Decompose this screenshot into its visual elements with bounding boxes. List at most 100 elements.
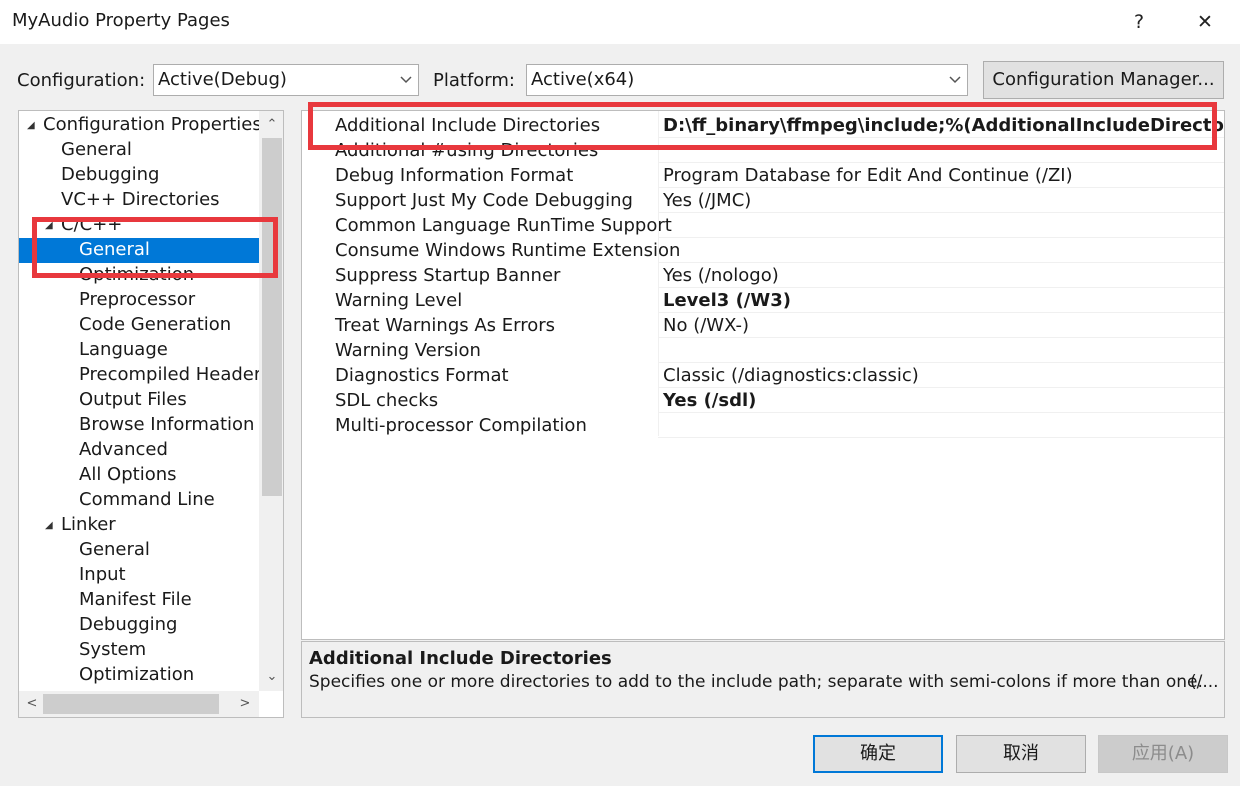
tree-item[interactable]: General	[19, 138, 259, 163]
tree-item-label: Language	[79, 339, 168, 360]
property-name: Diagnostics Format	[335, 365, 509, 386]
platform-dropdown[interactable]: Active(x64)	[526, 64, 968, 96]
tree-item[interactable]: Input	[19, 563, 259, 588]
description-text: Specifies one or more directories to add…	[309, 672, 1203, 692]
tree-item[interactable]: VC++ Directories	[19, 188, 259, 213]
help-button[interactable]: ?	[1124, 8, 1154, 36]
tree-item[interactable]: Precompiled Headers	[19, 363, 271, 388]
property-row[interactable]: Suppress Startup Banner Yes (/nologo)	[302, 263, 1224, 288]
tree-item[interactable]: Language	[19, 338, 259, 363]
scroll-right-icon[interactable]: >	[235, 694, 255, 714]
property-value[interactable]: Classic (/diagnostics:classic)	[663, 365, 919, 386]
tree-item-label: Configuration Properties	[43, 114, 262, 135]
property-value[interactable]: No (/WX-)	[663, 315, 749, 336]
tree-item[interactable]: Manifest File	[19, 588, 259, 613]
tree-item-label: Precompiled Headers	[79, 364, 271, 385]
property-name: Debug Information Format	[335, 165, 574, 186]
tree-item-label: Manifest File	[79, 589, 192, 610]
tree-vertical-scrollbar[interactable]: ⌃ ⌄	[259, 111, 283, 691]
tree-item[interactable]: Optimization	[19, 663, 259, 688]
row-separator	[658, 437, 1224, 438]
tree-item[interactable]: Command Line	[19, 488, 259, 513]
expand-arrow-icon[interactable]: ◢	[45, 520, 53, 531]
property-name: Multi-processor Compilation	[335, 415, 587, 436]
property-value[interactable]: Program Database for Edit And Continue (…	[663, 165, 1073, 186]
property-name: SDL checks	[335, 390, 439, 411]
property-name: Support Just My Code Debugging	[335, 190, 633, 211]
tree-horizontal-scrollbar[interactable]: < >	[19, 691, 259, 717]
description-overflow: (/...	[1190, 672, 1219, 692]
tree-item[interactable]: Advanced	[19, 438, 259, 463]
tree-item[interactable]: General	[19, 538, 259, 563]
ok-button[interactable]: 确定	[813, 735, 943, 773]
tree-item[interactable]: Debugging	[19, 163, 259, 188]
tree-item-label: Command Line	[79, 489, 215, 510]
property-row[interactable]: Multi-processor Compilation	[302, 413, 1224, 438]
tree-item[interactable]: Code Generation	[19, 313, 259, 338]
tree-item[interactable]: ◢ Linker	[19, 513, 259, 538]
property-row[interactable]: Debug Information Format Program Database…	[302, 163, 1224, 188]
configuration-label: Configuration:	[17, 70, 146, 91]
configuration-dropdown[interactable]: Active(Debug)	[153, 64, 419, 96]
property-row[interactable]: Warning Version	[302, 338, 1224, 363]
chevron-down-icon	[949, 76, 961, 84]
tree-item[interactable]: Preprocessor	[19, 288, 259, 313]
tree-item[interactable]: Debugging	[19, 613, 259, 638]
close-button[interactable]: ✕	[1190, 8, 1220, 36]
property-row[interactable]: Common Language RunTime Support	[302, 213, 1224, 238]
expand-arrow-icon[interactable]: ◢	[27, 120, 35, 131]
property-row[interactable]: Diagnostics Format Classic (/diagnostics:…	[302, 363, 1224, 388]
platform-label: Platform:	[433, 70, 515, 91]
property-name: Warning Level	[335, 290, 463, 311]
scroll-thumb[interactable]	[43, 694, 219, 714]
property-name: Warning Version	[335, 340, 481, 361]
description-panel: Additional Include Directories Specifies…	[301, 641, 1225, 718]
property-name: Common Language RunTime Support	[335, 215, 672, 236]
property-name: Suppress Startup Banner	[335, 265, 561, 286]
property-row[interactable]: Consume Windows Runtime Extension	[302, 238, 1224, 263]
tree-item-label: VC++ Directories	[61, 189, 220, 210]
scroll-left-icon[interactable]: <	[22, 694, 42, 714]
configuration-value: Active(Debug)	[158, 69, 287, 90]
cancel-button[interactable]: 取消	[956, 735, 1086, 773]
title-bar: MyAudio Property Pages ? ✕	[0, 0, 1240, 44]
tree-item[interactable]: Output Files	[19, 388, 259, 413]
window-title: MyAudio Property Pages	[12, 10, 230, 31]
description-title: Additional Include Directories	[309, 648, 612, 669]
highlight-box-property	[308, 102, 1217, 150]
tree-item-label: General	[61, 139, 132, 160]
tree-item-label: System	[79, 639, 147, 660]
property-value[interactable]: Level3 (/W3)	[663, 290, 791, 311]
property-grid: Additional Include Directories D:\ff_bina…	[301, 110, 1225, 640]
highlight-box-tree	[32, 217, 278, 278]
tree-item-label: Debugging	[61, 164, 160, 185]
tree-item-label: Debugging	[79, 614, 178, 635]
tree-item[interactable]: All Options	[19, 463, 259, 488]
tree-item-label: Input	[79, 564, 126, 585]
property-name: Consume Windows Runtime Extension	[335, 240, 681, 261]
property-row[interactable]: Treat Warnings As Errors No (/WX-)	[302, 313, 1224, 338]
tree-item[interactable]: ◢ Configuration Properties	[19, 113, 262, 138]
scroll-thumb[interactable]	[262, 138, 282, 496]
scroll-down-icon[interactable]: ⌄	[262, 667, 282, 687]
tree-item[interactable]: Browse Information	[19, 413, 259, 438]
chevron-down-icon	[400, 76, 412, 84]
tree-item-label: Code Generation	[79, 314, 232, 335]
property-value[interactable]: Yes (/sdl)	[663, 390, 756, 411]
property-row[interactable]: Support Just My Code Debugging Yes (/JMC)	[302, 188, 1224, 213]
tree-item-label: Advanced	[79, 439, 168, 460]
tree-item-label: Preprocessor	[79, 289, 196, 310]
tree-item-label: General	[79, 539, 150, 560]
tree-item-label: Browse Information	[79, 414, 255, 435]
property-row[interactable]: SDL checks Yes (/sdl)	[302, 388, 1224, 413]
apply-button[interactable]: 应用(A)	[1098, 735, 1228, 773]
scroll-up-icon[interactable]: ⌃	[262, 115, 282, 135]
tree-item[interactable]: System	[19, 638, 259, 663]
property-row[interactable]: Warning Level Level3 (/W3)	[302, 288, 1224, 313]
tree-item-label: All Options	[79, 464, 177, 485]
configuration-manager-button[interactable]: Configuration Manager...	[983, 61, 1224, 99]
property-value[interactable]: Yes (/JMC)	[663, 190, 751, 211]
property-tree: ◢ Configuration Properties General Debuggin…	[18, 110, 284, 718]
property-value[interactable]: Yes (/nologo)	[663, 265, 779, 286]
tree-item-label: Output Files	[79, 389, 187, 410]
